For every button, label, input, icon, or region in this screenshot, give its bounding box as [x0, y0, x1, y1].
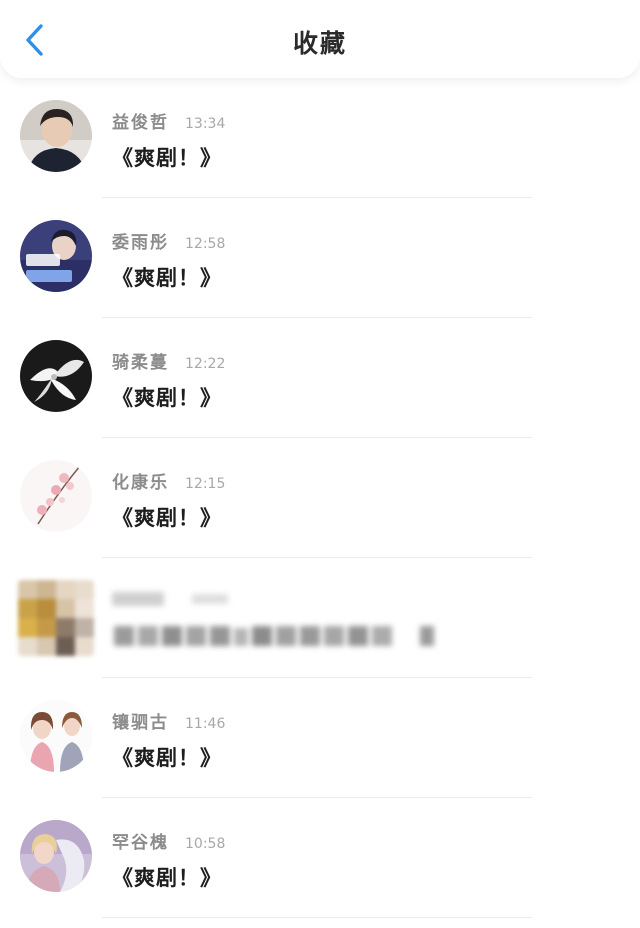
divider: [102, 437, 532, 438]
message-text: 《爽剧！》: [112, 746, 222, 770]
list-item[interactable]: 罕谷槐 10:58 《爽剧！》: [0, 808, 640, 928]
message-time: 13:34: [185, 116, 226, 132]
sender-name: 罕谷槐: [112, 833, 169, 853]
sender-name: 化康乐: [112, 473, 169, 493]
divider: [102, 677, 532, 678]
avatar: [18, 580, 94, 656]
divider: [102, 317, 532, 318]
censored-message: [112, 624, 442, 652]
message-text: 《爽剧！》: [112, 866, 222, 890]
divider: [102, 797, 532, 798]
avatar: [20, 340, 92, 412]
message-time: 12:58: [185, 236, 226, 252]
message-text: 《爽剧！》: [112, 266, 222, 290]
message-text: 《爽剧！》: [112, 386, 222, 410]
top-bar: 收藏: [0, 0, 640, 78]
sender-name: 委雨彤: [112, 233, 169, 253]
list-item[interactable]: 镶驷古 11:46 《爽剧！》: [0, 688, 640, 808]
message-text: 《爽剧！》: [112, 506, 222, 530]
avatar: [20, 220, 92, 292]
sender-name: 益俊哲: [112, 113, 169, 133]
avatar: [20, 820, 92, 892]
message-time: 12:15: [185, 476, 226, 492]
message-text: 《爽剧！》: [112, 146, 222, 170]
divider: [102, 557, 532, 558]
message-time: 11:46: [185, 716, 226, 732]
divider: [102, 197, 532, 198]
message-time: 10:58: [185, 836, 226, 852]
list-item-censored[interactable]: [0, 568, 640, 688]
list-item[interactable]: 委雨彤 12:58 《爽剧！》: [0, 208, 640, 328]
list-item[interactable]: 益俊哲 13:34 《爽剧！》: [0, 88, 640, 208]
avatar: [20, 700, 92, 772]
sender-name: 镶驷古: [112, 713, 169, 733]
favorites-list: 益俊哲 13:34 《爽剧！》 委雨彤 12:58 《爽剧！》 骑柔蔓 12:2…: [0, 88, 640, 928]
avatar: [20, 460, 92, 532]
divider: [102, 917, 532, 918]
list-item[interactable]: 骑柔蔓 12:22 《爽剧！》: [0, 328, 640, 448]
sender-name: 骑柔蔓: [112, 353, 169, 373]
page-title: 收藏: [292, 29, 347, 58]
censored-meta: [112, 590, 242, 612]
list-item[interactable]: 化康乐 12:15 《爽剧！》: [0, 448, 640, 568]
avatar: [20, 100, 92, 172]
message-time: 12:22: [185, 356, 226, 372]
